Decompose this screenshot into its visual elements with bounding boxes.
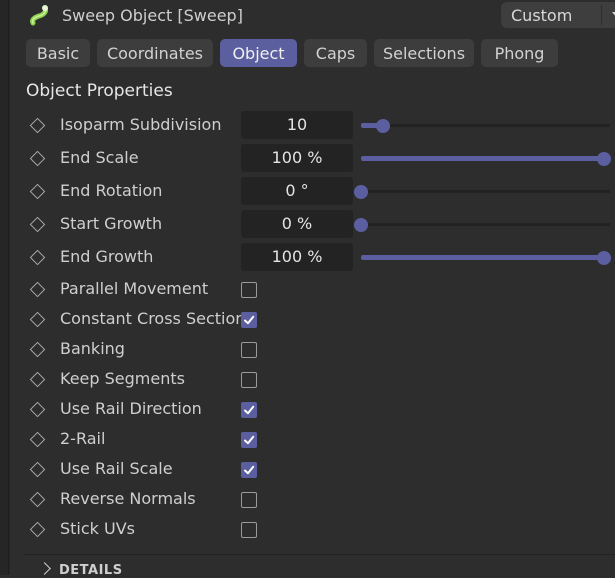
slider-track[interactable] <box>361 124 610 127</box>
keyframe-diamond-icon[interactable] <box>29 150 46 167</box>
tab-coordinates[interactable]: Coordinates <box>97 39 213 67</box>
tab-label: Selections <box>382 43 466 63</box>
checkbox[interactable] <box>241 282 257 298</box>
slider-handle[interactable] <box>375 119 390 133</box>
keyframe-diamond-icon[interactable] <box>29 117 46 134</box>
tab-label: Caps <box>315 43 356 63</box>
keyframe-diamond-icon[interactable] <box>29 183 46 200</box>
value-field[interactable]: 100 % <box>241 144 353 172</box>
tab-label: Object <box>232 43 285 63</box>
keyframe-diamond-icon[interactable] <box>29 431 46 448</box>
checkbox[interactable] <box>241 372 257 388</box>
details-label: DETAILS <box>59 563 123 578</box>
slider-row: Isoparm Subdivision 10 <box>0 111 615 141</box>
tab-label: Coordinates <box>106 43 204 63</box>
param-label: Isoparm Subdivision <box>60 115 222 134</box>
section-divider <box>24 554 615 555</box>
checkbox-row: Reverse Normals <box>0 485 615 515</box>
tab-label: Basic <box>36 43 80 63</box>
slider-fill <box>361 156 604 161</box>
checkbox-row: Keep Segments <box>0 365 615 395</box>
param-label: Use Rail Direction <box>60 399 202 418</box>
checkbox[interactable] <box>241 402 257 418</box>
param-label: Banking <box>60 339 125 358</box>
slider-track[interactable] <box>361 190 610 193</box>
slider-row: End Scale 100 % <box>0 144 615 174</box>
object-title: Sweep Object [Sweep] <box>62 6 243 25</box>
checkbox[interactable] <box>241 342 257 358</box>
mode-dropdown-label: Custom <box>511 6 573 25</box>
checkbox-row: 2-Rail <box>0 425 615 455</box>
param-label: Use Rail Scale <box>60 459 173 478</box>
keyframe-diamond-icon[interactable] <box>29 249 46 266</box>
checkbox[interactable] <box>241 492 257 508</box>
tab-label: Phong <box>494 43 545 63</box>
checkmark-icon <box>244 315 255 325</box>
param-label: 2-Rail <box>60 429 106 448</box>
keyframe-diamond-icon[interactable] <box>29 311 46 328</box>
param-label: Constant Cross Section <box>60 309 246 328</box>
tab-caps[interactable]: Caps <box>304 39 367 67</box>
slider-handle[interactable] <box>597 152 611 166</box>
slider-handle[interactable] <box>354 218 368 232</box>
keyframe-diamond-icon[interactable] <box>29 491 46 508</box>
slider-fill <box>361 255 604 260</box>
param-label: Keep Segments <box>60 369 185 388</box>
param-label: Parallel Movement <box>60 279 209 298</box>
value-field[interactable]: 0 % <box>241 210 353 238</box>
checkmark-icon <box>244 465 255 475</box>
checkmark-icon <box>244 435 255 445</box>
details-section-toggle[interactable]: DETAILS <box>38 562 123 578</box>
sweep-object-icon <box>30 5 48 26</box>
slider-row: Start Growth 0 % <box>0 210 615 240</box>
dropdown-separator <box>601 5 602 25</box>
checkbox[interactable] <box>241 522 257 538</box>
keyframe-diamond-icon[interactable] <box>29 216 46 233</box>
checkbox-row: Use Rail Direction <box>0 395 615 425</box>
slider-track[interactable] <box>361 223 610 226</box>
section-title: Object Properties <box>26 81 173 101</box>
checkbox-row: Banking <box>0 335 615 365</box>
keyframe-diamond-icon[interactable] <box>29 461 46 478</box>
checkbox-row: Use Rail Scale <box>0 455 615 485</box>
keyframe-diamond-icon[interactable] <box>29 341 46 358</box>
param-label: End Scale <box>60 148 139 167</box>
checkbox-row: Parallel Movement <box>0 275 615 305</box>
value-field[interactable]: 10 <box>241 111 353 139</box>
tab-object[interactable]: Object <box>220 39 297 67</box>
value-field[interactable]: 100 % <box>241 243 353 271</box>
slider-handle[interactable] <box>354 185 368 199</box>
value-field[interactable]: 0 ° <box>241 177 353 205</box>
attribute-header: Sweep Object [Sweep] Custom <box>24 0 615 32</box>
param-label: Reverse Normals <box>60 489 196 508</box>
param-label: Start Growth <box>60 214 163 233</box>
param-label: Stick UVs <box>60 519 136 538</box>
slider-handle[interactable] <box>597 251 611 265</box>
checkbox[interactable] <box>241 432 257 448</box>
tab-phong[interactable]: Phong <box>481 39 558 67</box>
chevron-down-icon[interactable] <box>609 8 615 22</box>
checkbox-row: Stick UVs <box>0 515 615 545</box>
tab-basic[interactable]: Basic <box>26 39 90 67</box>
keyframe-diamond-icon[interactable] <box>29 521 46 538</box>
param-label: End Growth <box>60 247 154 266</box>
tab-selections[interactable]: Selections <box>374 39 474 67</box>
keyframe-diamond-icon[interactable] <box>29 401 46 418</box>
checkbox[interactable] <box>241 312 257 328</box>
slider-row: End Growth 100 % <box>0 243 615 273</box>
slider-row: End Rotation 0 ° <box>0 177 615 207</box>
checkbox-row: Constant Cross Section <box>0 305 615 335</box>
checkmark-icon <box>244 405 255 415</box>
keyframe-diamond-icon[interactable] <box>29 371 46 388</box>
param-label: End Rotation <box>60 181 163 200</box>
chevron-right-icon <box>38 562 51 575</box>
checkbox[interactable] <box>241 462 257 478</box>
mode-dropdown[interactable]: Custom <box>501 2 615 28</box>
keyframe-diamond-icon[interactable] <box>29 281 46 298</box>
